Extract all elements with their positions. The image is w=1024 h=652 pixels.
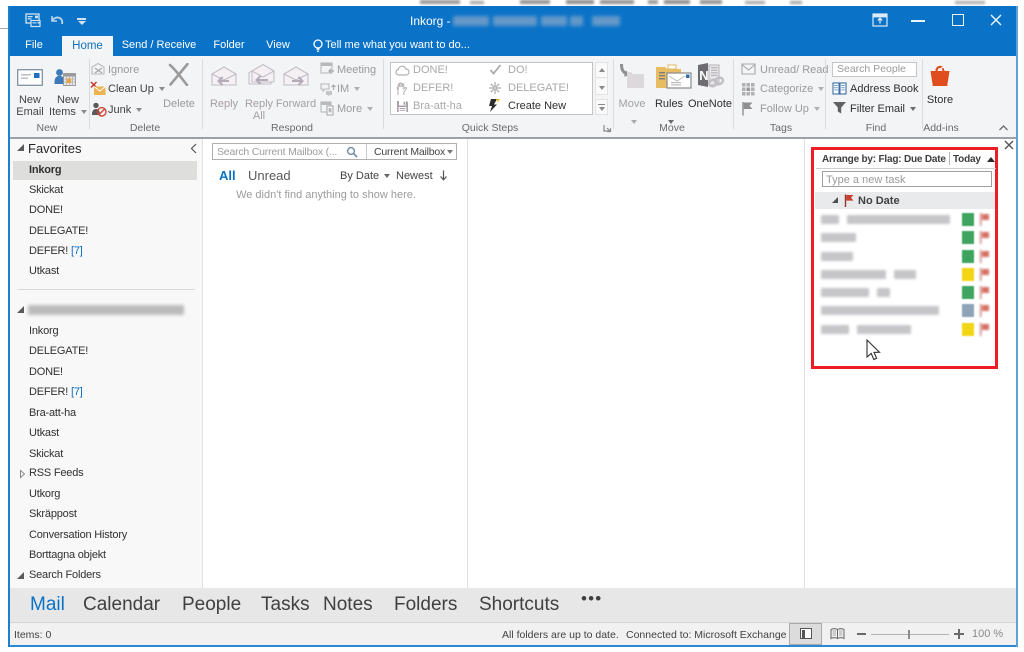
svg-text:N: N (699, 68, 708, 83)
